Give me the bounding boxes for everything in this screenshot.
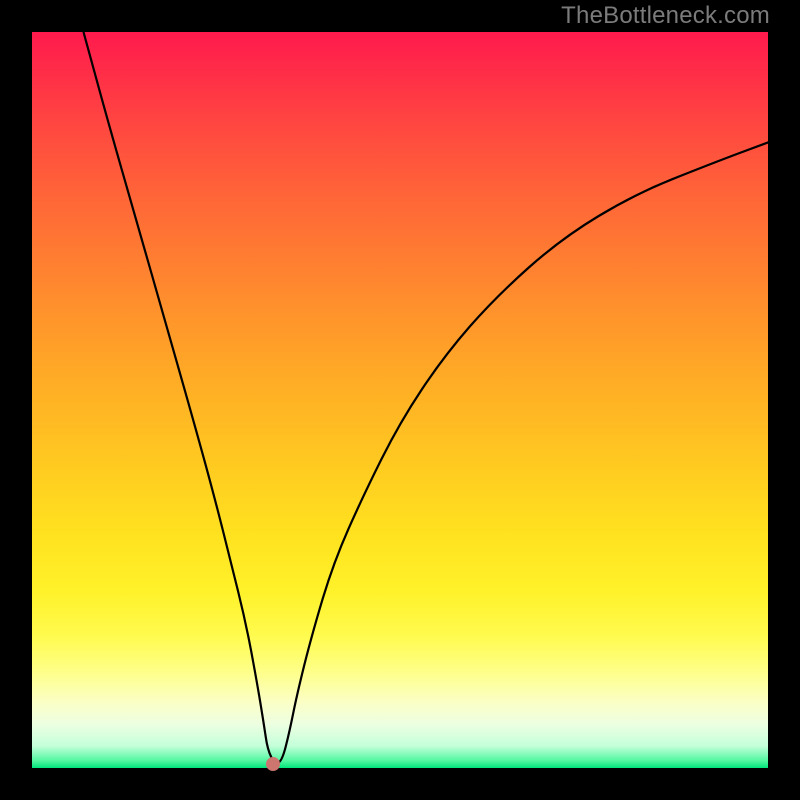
optimum-marker [266,757,280,771]
chart-frame: TheBottleneck.com [0,0,800,800]
curve-svg [32,32,768,768]
bottleneck-curve [84,32,769,763]
watermark-text: TheBottleneck.com [561,2,770,30]
plot-area [32,32,768,768]
